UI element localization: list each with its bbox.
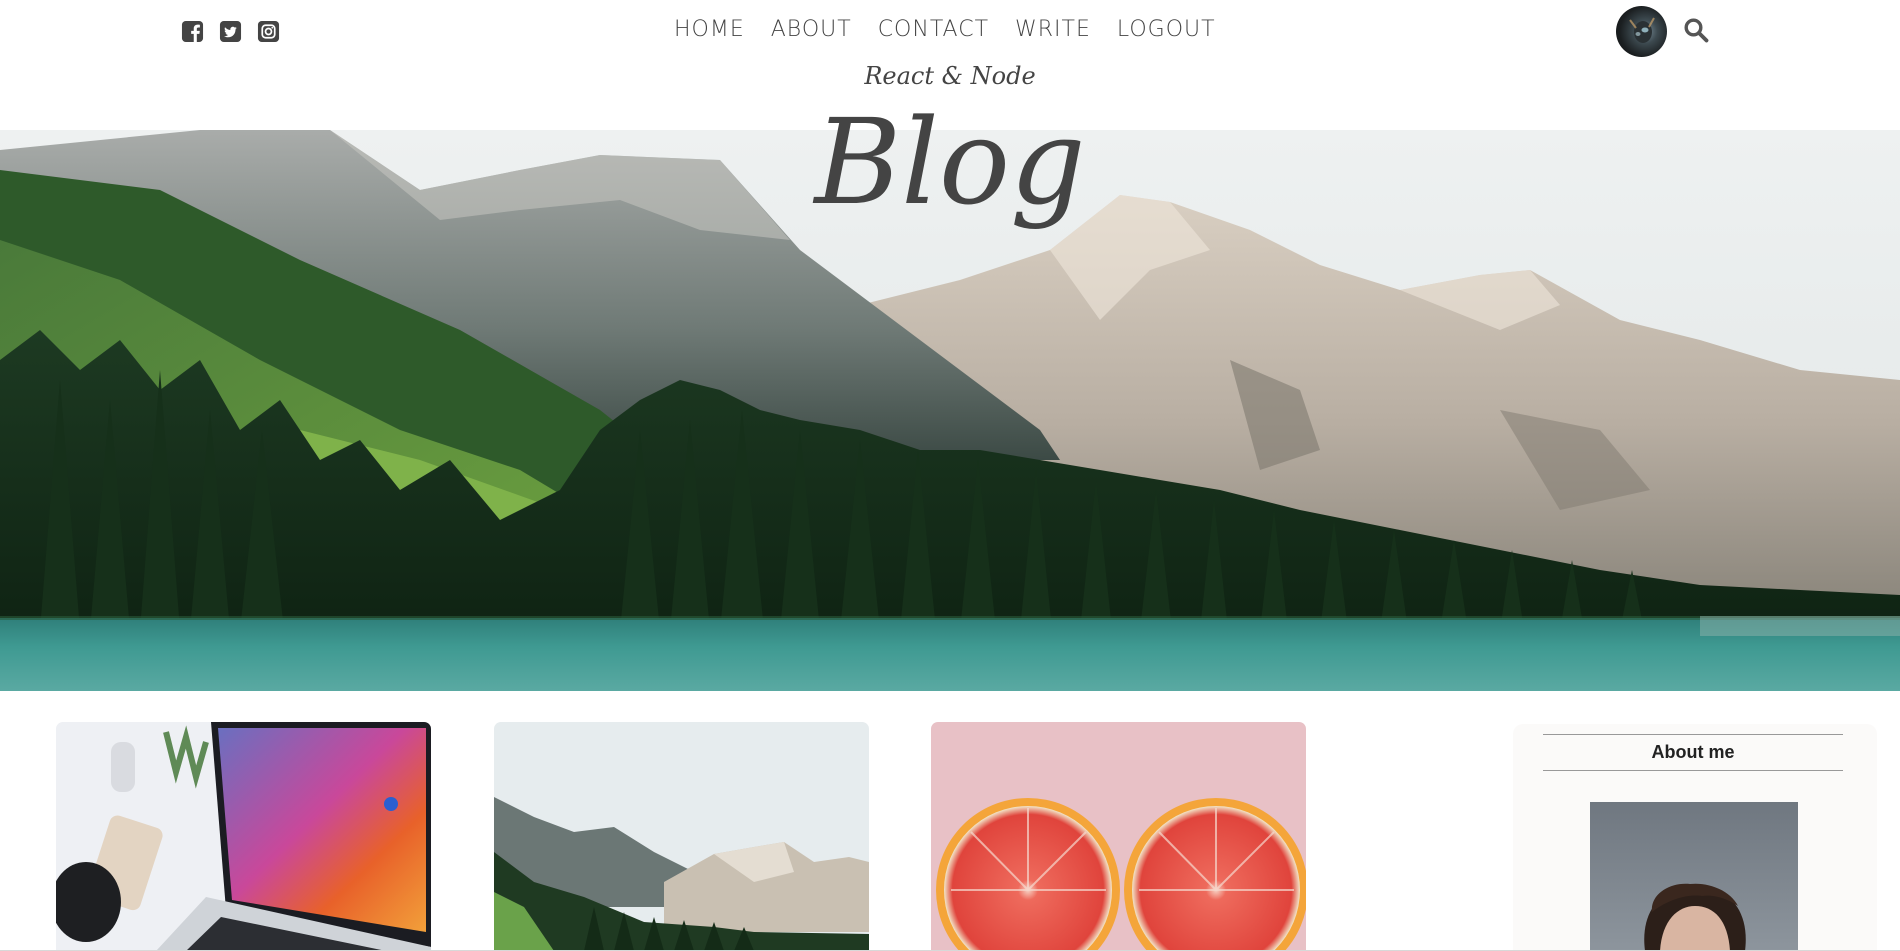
nav-home[interactable]: HOME [674, 14, 745, 46]
search-icon[interactable] [1683, 17, 1709, 43]
post-card[interactable] [931, 722, 1306, 951]
nav-contact[interactable]: CONTACT [878, 14, 989, 46]
post-image [931, 722, 1306, 951]
avatar-photo [1629, 17, 1655, 43]
facebook-square-icon[interactable] [181, 20, 204, 43]
social-links [181, 20, 280, 43]
instagram-square-icon[interactable] [257, 20, 280, 43]
main-nav: HOME ABOUT CONTACT WRITE LOGOUT [674, 14, 1216, 46]
avatar[interactable] [1616, 6, 1667, 57]
nav-logout[interactable]: LOGOUT [1117, 14, 1216, 46]
post-card[interactable] [56, 722, 431, 951]
sidebar-portrait [1590, 802, 1798, 951]
post-card[interactable] [494, 722, 869, 951]
nav-write[interactable]: WRITE [1015, 14, 1091, 46]
post-image [494, 722, 869, 951]
top-bar: HOME ABOUT CONTACT WRITE LOGOUT [0, 0, 1900, 60]
sidebar: About me [1513, 724, 1877, 951]
header-subtitle: React & Node [864, 62, 1036, 90]
header-title: Blog [814, 93, 1086, 231]
sidebar-title: About me [1543, 734, 1843, 771]
twitter-square-icon[interactable] [219, 20, 242, 43]
post-image [56, 722, 431, 951]
nav-about[interactable]: ABOUT [771, 14, 852, 46]
